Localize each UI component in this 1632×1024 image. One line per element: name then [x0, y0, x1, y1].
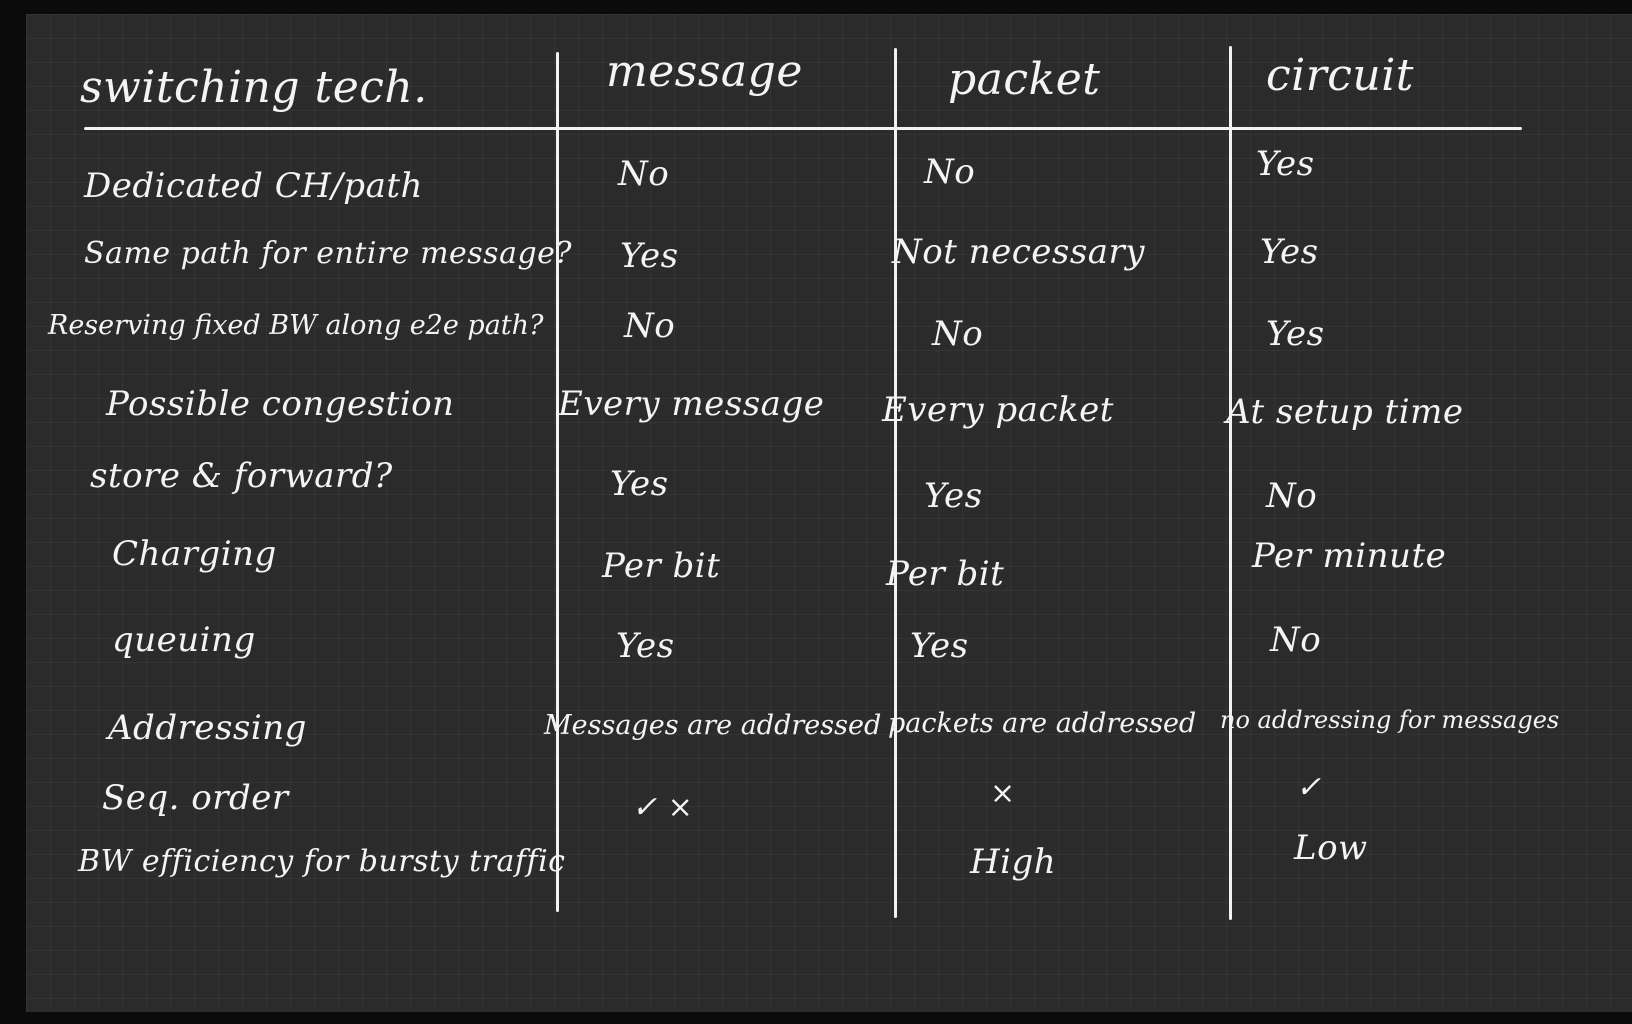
- cell-packet-same-path: Not necessary: [892, 232, 1145, 272]
- cell-message-queuing: Yes: [616, 626, 675, 666]
- header-circuit: circuit: [1266, 50, 1414, 101]
- cell-packet-seq-order: ×: [990, 776, 1016, 811]
- cell-circuit-dedicated-path: Yes: [1256, 144, 1315, 184]
- cell-message-addressing: Messages are addressed: [544, 710, 882, 741]
- cell-message-dedicated-path: No: [618, 154, 670, 194]
- cell-circuit-store-forward: No: [1266, 476, 1318, 516]
- row-label-queuing: queuing: [112, 620, 256, 660]
- column-divider-2: [894, 48, 897, 918]
- row-label-seq-order: Seq. order: [102, 778, 289, 818]
- cell-packet-dedicated-path: No: [924, 152, 976, 192]
- cell-packet-charging: Per bit: [886, 554, 1005, 594]
- column-divider-3: [1229, 46, 1232, 920]
- cell-packet-queuing: Yes: [910, 626, 969, 666]
- header-message: message: [606, 46, 803, 97]
- cell-packet-bw-efficiency: High: [970, 842, 1057, 882]
- header-packet: packet: [948, 54, 1101, 105]
- cell-circuit-possible-congestion: At setup time: [1226, 392, 1464, 432]
- cell-message-store-forward: Yes: [610, 464, 669, 504]
- cell-circuit-bw-efficiency: Low: [1294, 828, 1368, 868]
- cell-circuit-same-path: Yes: [1260, 232, 1319, 272]
- cell-packet-possible-congestion: Every packet: [882, 390, 1114, 430]
- column-divider-1: [556, 52, 559, 912]
- whiteboard-canvas: switching tech. message packet circuit D…: [26, 14, 1632, 1012]
- cell-message-reserving-bw: No: [624, 306, 676, 346]
- cell-circuit-reserving-bw: Yes: [1266, 314, 1325, 354]
- cell-packet-addressing: packets are addressed: [888, 708, 1197, 739]
- cell-circuit-addressing: no addressing for messages: [1220, 706, 1560, 734]
- cell-circuit-queuing: No: [1270, 620, 1322, 660]
- cell-message-charging: Per bit: [602, 546, 721, 586]
- row-label-possible-congestion: Possible congestion: [106, 384, 455, 424]
- row-label-store-forward: store & forward?: [90, 456, 393, 496]
- cell-packet-store-forward: Yes: [924, 476, 983, 516]
- cell-packet-reserving-bw: No: [932, 314, 984, 354]
- row-label-reserving-bw: Reserving fixed BW along e2e path?: [48, 310, 544, 341]
- cell-message-seq-order: ✓ ×: [632, 790, 694, 825]
- row-label-bw-efficiency: BW efficiency for bursty traffic: [78, 844, 566, 879]
- cell-circuit-seq-order: ✓: [1296, 770, 1322, 805]
- cell-circuit-charging: Per minute: [1252, 536, 1447, 576]
- cell-message-possible-congestion: Every message: [558, 384, 825, 424]
- header-underline: [84, 127, 1522, 130]
- row-label-dedicated-path: Dedicated CH/path: [84, 166, 423, 206]
- cell-message-same-path: Yes: [620, 236, 679, 276]
- row-label-charging: Charging: [112, 534, 277, 574]
- row-label-same-path: Same path for entire message?: [84, 236, 572, 271]
- row-label-addressing: Addressing: [108, 708, 307, 748]
- header-switching-tech: switching tech.: [80, 62, 428, 113]
